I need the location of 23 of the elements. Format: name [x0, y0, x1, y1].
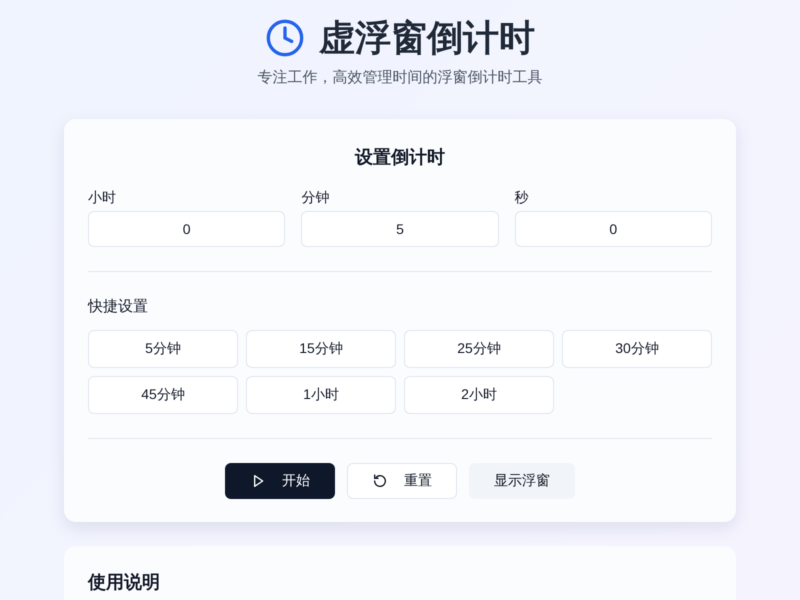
section-title: 快捷设置 [88, 297, 149, 317]
card-title: 设置倒计时 [354, 146, 446, 169]
preset-button[interactable]: 1小时 [246, 376, 396, 414]
preset-button[interactable]: 5分钟 [88, 330, 238, 368]
number-input[interactable]: 0 [88, 211, 286, 247]
section-title: 使用说明 [88, 571, 161, 594]
field-label: 秒 [514, 188, 530, 207]
show-float-button[interactable]: 显示浮窗 [469, 463, 575, 499]
preset-button[interactable]: 25分钟 [404, 330, 554, 368]
clock-icon [265, 18, 305, 58]
reset-button[interactable]: 重置 [347, 463, 457, 499]
number-input[interactable]: 5 [301, 211, 499, 247]
app-subtitle: 专注工作，高效管理时间的浮窗倒计时工具 [256, 68, 544, 87]
field-label: 小时 [88, 188, 117, 207]
preset-button[interactable]: 30分钟 [562, 330, 712, 368]
start-button[interactable]: 开始 [225, 463, 335, 499]
preset-button[interactable]: 2小时 [404, 376, 554, 414]
app-title: 虚浮窗倒计时 [319, 16, 535, 60]
preset-button[interactable]: 15分钟 [246, 330, 396, 368]
field-label: 分钟 [301, 188, 330, 207]
preset-button[interactable]: 45分钟 [88, 376, 238, 414]
rotate-icon [372, 473, 388, 489]
number-input[interactable]: 0 [514, 211, 712, 247]
